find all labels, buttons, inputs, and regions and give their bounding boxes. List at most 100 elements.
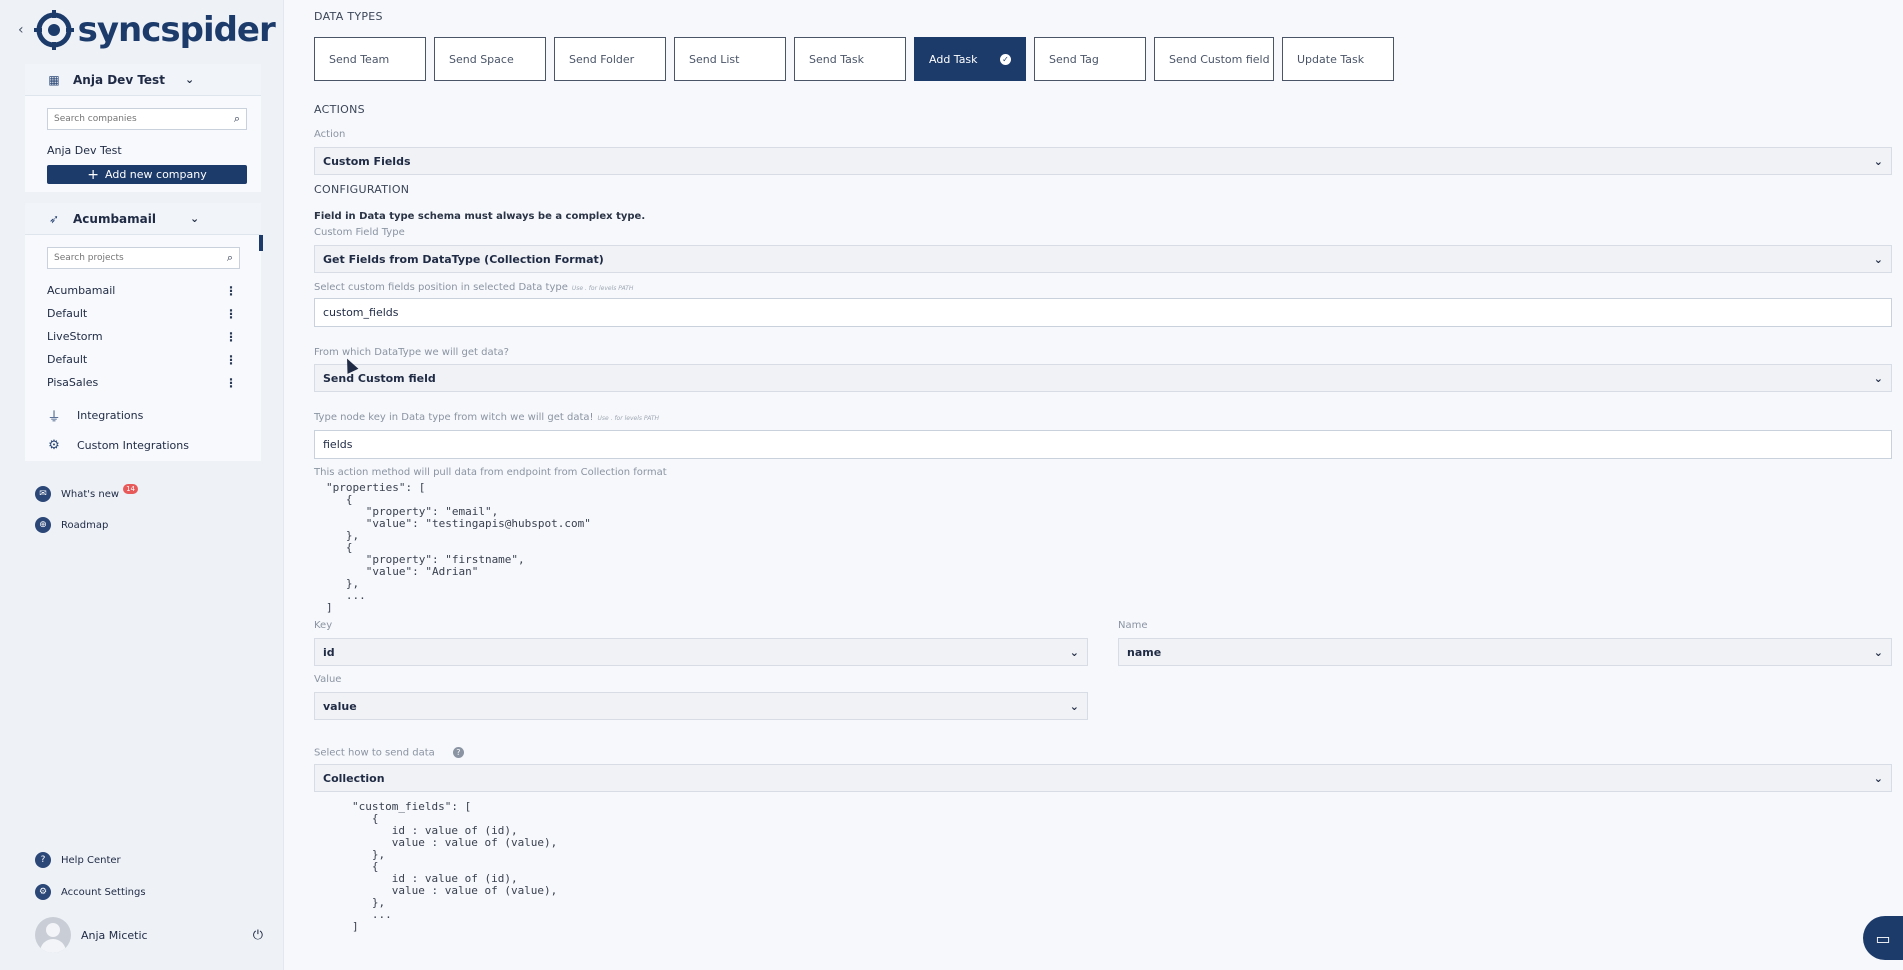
map-icon: ⊕ (35, 517, 51, 533)
actions-title: ACTIONS (314, 103, 365, 116)
rocket-icon: ➶ (48, 211, 60, 226)
custom-integrations-label: Custom Integrations (77, 438, 189, 452)
kebab-menu-icon[interactable]: ⋮ (225, 284, 237, 298)
project-search-input[interactable] (48, 253, 221, 263)
project-item[interactable]: LiveStorm ⋮ (25, 325, 261, 348)
company-selector[interactable]: ▦ Anja Dev Test ⌄ (25, 64, 261, 96)
account-settings-label: Account Settings (61, 886, 146, 898)
value-label: Value (314, 674, 342, 685)
chevron-down-icon: ⌄ (189, 212, 200, 225)
tab-update-task[interactable]: Update Task (1282, 37, 1394, 81)
chevron-down-icon: ⌄ (1873, 771, 1883, 785)
tab-label: Send Space (449, 52, 514, 66)
integrations-link[interactable]: ⏚ Integrations (25, 400, 261, 430)
data-types-title: DATA TYPES (314, 10, 383, 23)
tab-send-team[interactable]: Send Team (314, 37, 426, 81)
chevron-down-icon: ⌄ (184, 73, 195, 86)
company-name: Anja Dev Test (73, 72, 165, 87)
roadmap-link[interactable]: ⊕ Roadmap (35, 517, 108, 533)
project-item[interactable]: Default ⋮ (25, 302, 261, 325)
tab-send-space[interactable]: Send Space (434, 37, 546, 81)
value-select[interactable]: value ⌄ (314, 692, 1088, 720)
account-settings-link[interactable]: ⚙ Account Settings (35, 884, 146, 900)
user-name: Anja Micetic (81, 928, 148, 942)
back-chevron-icon[interactable]: ‹ (18, 22, 24, 38)
position-hint: Use . for levels PATH (571, 285, 634, 292)
custom-integrations-link[interactable]: ⚙ Custom Integrations (25, 430, 261, 460)
from-datatype-value: Send Custom field (323, 371, 436, 385)
add-company-button[interactable]: + Add new company (47, 165, 247, 184)
action-select[interactable]: Custom Fields ⌄ (314, 147, 1892, 175)
tab-label: Send Team (329, 52, 390, 66)
from-datatype-label: From which DataType we will get data? (314, 347, 509, 358)
sidebar: ‹ syncspider ▦ Anja Dev Test ⌄ ⌕ Anja De… (0, 0, 284, 970)
tab-send-tag[interactable]: Send Tag (1034, 37, 1146, 81)
whats-new-link[interactable]: ✉ What's new 14 (35, 484, 139, 502)
check-circle-icon: ✓ (1000, 53, 1011, 65)
name-select[interactable]: name ⌄ (1118, 638, 1892, 666)
tab-send-folder[interactable]: Send Folder (554, 37, 666, 81)
tab-label: Send Folder (569, 52, 635, 66)
project-list-scrollbar[interactable] (259, 235, 263, 251)
node-key-input[interactable] (314, 430, 1892, 459)
custom-field-type-select[interactable]: Get Fields from DataType (Collection For… (314, 245, 1892, 273)
current-company[interactable]: Anja Dev Test (25, 144, 261, 157)
integrations-panel: ⏚ Integrations ⚙ Custom Integrations (25, 400, 261, 460)
chevron-down-icon: ⌄ (1873, 645, 1883, 659)
search-icon[interactable]: ⌕ (221, 251, 239, 265)
plus-icon: + (87, 166, 99, 183)
chevron-down-icon: ⌄ (1873, 154, 1883, 168)
send-method-label-text: Select how to send data (314, 747, 435, 759)
tab-label: Send Tag (1049, 52, 1099, 66)
send-method-select[interactable]: Collection ⌄ (314, 764, 1892, 792)
position-input[interactable] (314, 298, 1892, 327)
megaphone-icon: ✉ (35, 486, 51, 502)
gear-icon: ⚙ (35, 884, 51, 900)
tab-send-list[interactable]: Send List (674, 37, 786, 81)
roadmap-label: Roadmap (61, 519, 109, 531)
tab-label: Send Task (809, 52, 864, 66)
company-search-input[interactable] (48, 114, 228, 124)
project-selector[interactable]: ➶ Acumbamail ⌄ (25, 203, 261, 235)
plug-icon: ⏚ (47, 409, 61, 425)
key-select[interactable]: id ⌄ (314, 638, 1088, 666)
kebab-menu-icon[interactable]: ⋮ (225, 330, 237, 344)
value-value: value (323, 699, 357, 713)
tab-send-task[interactable]: Send Task (794, 37, 906, 81)
question-icon: ? (35, 852, 51, 868)
chevron-down-icon: ⌄ (1069, 699, 1079, 713)
user-row: Anja Micetic ⏻ (35, 917, 263, 953)
syncspider-logo-icon (33, 10, 74, 50)
company-panel: ▦ Anja Dev Test ⌄ ⌕ Anja Dev Test + Add … (25, 64, 261, 192)
action-value: Custom Fields (323, 154, 411, 168)
project-item[interactable]: Acumbamail ⋮ (25, 279, 261, 302)
help-center-label: Help Center (61, 854, 121, 866)
avatar[interactable] (35, 917, 71, 953)
whats-new-badge: 14 (123, 484, 139, 494)
brand-name: syncspider (77, 10, 276, 50)
help-icon[interactable]: ? (452, 747, 464, 758)
kebab-menu-icon[interactable]: ⋮ (225, 376, 237, 390)
tab-add-task[interactable]: Add Task ✓ (914, 37, 1026, 81)
help-center-link[interactable]: ? Help Center (35, 852, 121, 868)
node-key-hint: Use . for levels PATH (597, 415, 660, 422)
project-item[interactable]: Default ⋮ (25, 348, 261, 371)
kebab-menu-icon[interactable]: ⋮ (225, 307, 237, 321)
tab-send-custom-field[interactable]: Send Custom field (1154, 37, 1274, 81)
custom-field-type-value: Get Fields from DataType (Collection For… (323, 252, 604, 266)
send-method-value: Collection (323, 771, 385, 785)
output-json: "custom_fields": [ { id : value of (id),… (352, 800, 558, 933)
power-icon[interactable]: ⏻ (253, 928, 263, 943)
chevron-down-icon: ⌄ (1873, 371, 1883, 385)
gear-icon: ⚙ (48, 437, 60, 453)
name-value: name (1127, 645, 1162, 659)
example-json: "properties": [ { "property": "email", "… (326, 481, 591, 614)
project-item[interactable]: PisaSales ⋮ (25, 371, 261, 394)
from-datatype-select[interactable]: Send Custom field ⌄ (314, 364, 1892, 392)
send-method-label: Select how to send data? (314, 747, 464, 759)
project-item-label: LiveStorm (47, 330, 103, 343)
chat-icon[interactable]: ▭ (1863, 916, 1903, 960)
search-icon[interactable]: ⌕ (228, 112, 246, 126)
kebab-menu-icon[interactable]: ⋮ (225, 353, 237, 367)
company-search: ⌕ (47, 108, 247, 130)
